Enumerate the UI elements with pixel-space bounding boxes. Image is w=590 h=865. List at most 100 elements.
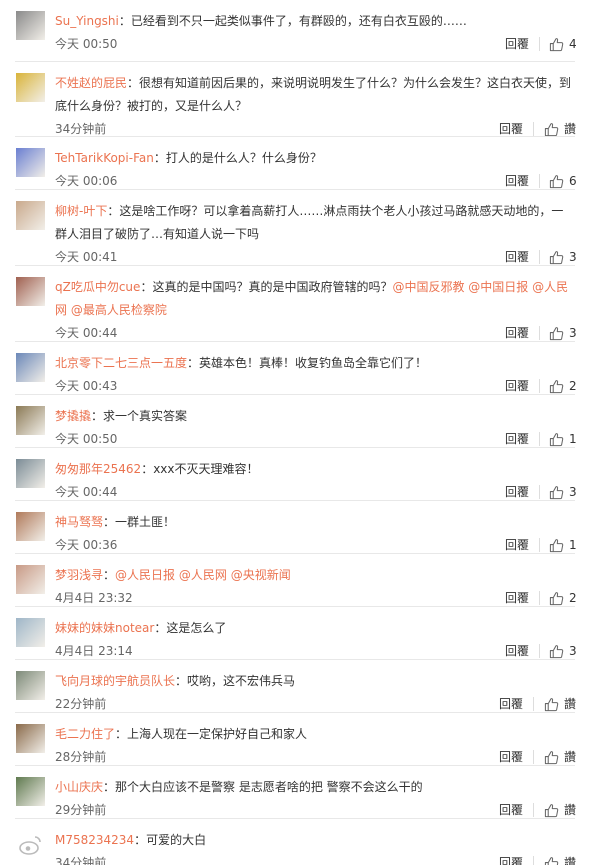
avatar[interactable] xyxy=(16,512,45,541)
username-link[interactable]: 毛二力住了 xyxy=(55,727,115,741)
avatar[interactable] xyxy=(16,565,45,594)
username-link[interactable]: 柳树-叶下 xyxy=(55,204,107,218)
like-count: 讚 xyxy=(564,697,577,711)
like-button[interactable]: 3 xyxy=(549,249,577,265)
thumbs-up-icon xyxy=(549,37,564,51)
username-link[interactable]: 神马驽驽 xyxy=(55,515,103,529)
like-count: 3 xyxy=(569,326,577,340)
avatar-image xyxy=(16,512,45,541)
like-button[interactable]: 2 xyxy=(549,590,577,606)
avatar[interactable] xyxy=(16,353,45,382)
mention-link[interactable]: @最高人民检察院 xyxy=(71,303,167,317)
reply-button[interactable]: 回覆 xyxy=(499,855,523,865)
mention-link[interactable]: @人民网 xyxy=(179,568,227,582)
comment-text: 妹妹的妹妹notear：这是怎么了 xyxy=(55,617,573,640)
comment-text: 梦羽浅寻：@人民日报 @人民网 @央视新闻 xyxy=(55,564,573,587)
action-divider xyxy=(533,697,534,711)
like-count: 讚 xyxy=(564,122,577,136)
comment-body: ：哎哟，这不宏伟兵马 xyxy=(175,674,296,688)
like-button[interactable]: 6 xyxy=(549,173,577,189)
avatar[interactable] xyxy=(16,459,45,488)
mention-link[interactable]: @人民日报 xyxy=(115,568,175,582)
username-link[interactable]: 梦撬撬 xyxy=(55,409,91,423)
reply-button[interactable]: 回覆 xyxy=(505,537,529,553)
username-link[interactable]: 小山庆庆 xyxy=(55,780,103,794)
avatar[interactable] xyxy=(16,618,45,647)
like-button[interactable]: 讚 xyxy=(544,855,576,865)
mention-link[interactable]: @中国反邪教 xyxy=(392,280,464,294)
comment-time: 34分钟前 xyxy=(55,122,107,136)
comment-body: ：求一个真实答案 xyxy=(91,409,188,423)
mention-link[interactable]: @中国日报 xyxy=(468,280,528,294)
like-count: 3 xyxy=(569,485,577,499)
comment-time: 今天 00:50 xyxy=(55,432,118,446)
like-button[interactable]: 3 xyxy=(549,643,577,659)
comment-text: 柳树-叶下：这是啥工作呀？可以拿着高薪打人……淋点雨扶个老人小孩过马路就感天动地… xyxy=(55,200,573,246)
reply-button[interactable]: 回覆 xyxy=(505,590,529,606)
comment-item: 匆匆那年25462：xxx不灭天理难容！ 今天 00:44 回覆 3 xyxy=(0,448,590,501)
comment-time: 29分钟前 xyxy=(55,803,107,817)
comment-item: 柳树-叶下：这是啥工作呀？可以拿着高薪打人……淋点雨扶个老人小孩过马路就感天动地… xyxy=(0,190,590,266)
like-button[interactable]: 4 xyxy=(549,36,577,52)
like-count: 3 xyxy=(569,250,577,264)
avatar[interactable] xyxy=(16,148,45,177)
comment-time: 今天 00:41 xyxy=(55,250,118,264)
username-link[interactable]: qZ吃瓜中勿cue xyxy=(55,280,140,294)
like-button[interactable]: 1 xyxy=(549,431,577,447)
reply-button[interactable]: 回覆 xyxy=(505,431,529,447)
reply-button[interactable]: 回覆 xyxy=(505,643,529,659)
mention-link[interactable]: @央视新闻 xyxy=(231,568,291,582)
username-link[interactable]: TehTarikKopi-Fan xyxy=(55,151,154,165)
avatar[interactable] xyxy=(16,11,45,40)
avatar[interactable] xyxy=(16,830,45,859)
reply-button[interactable]: 回覆 xyxy=(499,802,523,818)
reply-button[interactable]: 回覆 xyxy=(499,749,523,765)
reply-button[interactable]: 回覆 xyxy=(499,121,523,137)
comment-item: 不姓赵的屁民：很想有知道前因后果的，来说明说明发生了什么？为什么会发生？这白衣天… xyxy=(0,62,590,137)
avatar[interactable] xyxy=(16,777,45,806)
username-link[interactable]: 妹妹的妹妹notear xyxy=(55,621,154,635)
username-link[interactable]: M758234234 xyxy=(55,833,134,847)
action-divider xyxy=(539,485,540,499)
like-count: 2 xyxy=(569,591,577,605)
reply-button[interactable]: 回覆 xyxy=(505,325,529,341)
avatar[interactable] xyxy=(16,406,45,435)
thumbs-up-icon xyxy=(549,538,564,552)
like-button[interactable]: 3 xyxy=(549,325,577,341)
comment-item: Su_Yingshi：已经看到不只一起类似事件了，有群殴的，还有白衣互殴的…… 今… xyxy=(0,0,590,62)
like-button[interactable]: 3 xyxy=(549,484,577,500)
reply-button[interactable]: 回覆 xyxy=(505,173,529,189)
avatar[interactable] xyxy=(16,724,45,753)
avatar[interactable] xyxy=(16,671,45,700)
username-link[interactable]: 梦羽浅寻 xyxy=(55,568,103,582)
thumbs-up-icon xyxy=(549,174,564,188)
reply-button[interactable]: 回覆 xyxy=(505,378,529,394)
action-divider xyxy=(539,37,540,51)
like-button[interactable]: 讚 xyxy=(544,802,576,818)
like-button[interactable]: 讚 xyxy=(544,121,576,137)
like-count: 讚 xyxy=(564,803,577,817)
reply-button[interactable]: 回覆 xyxy=(505,36,529,52)
avatar[interactable] xyxy=(16,277,45,306)
like-button[interactable]: 讚 xyxy=(544,696,576,712)
thumbs-up-icon xyxy=(544,856,559,865)
comment-text: 梦撬撬：求一个真实答案 xyxy=(55,405,573,428)
reply-button[interactable]: 回覆 xyxy=(505,249,529,265)
username-link[interactable]: 匆匆那年25462 xyxy=(55,462,141,476)
username-link[interactable]: 不姓赵的屁民 xyxy=(55,76,127,90)
reply-button[interactable]: 回覆 xyxy=(505,484,529,500)
like-button[interactable]: 2 xyxy=(549,378,577,394)
comment-text: 小山庆庆：那个大白应该不是警察 是志愿者啥的把 警察不会这么干的 xyxy=(55,776,573,799)
like-button[interactable]: 1 xyxy=(549,537,577,553)
comment-body: ：很想有知道前因后果的，来说明说明发生了什么？为什么会发生？这白衣天使，到底什么… xyxy=(55,76,572,113)
avatar[interactable] xyxy=(16,73,45,102)
comment-item: 梦撬撬：求一个真实答案今天 00:50 回覆 1 xyxy=(0,395,590,448)
username-link[interactable]: 飞向月球的宇航员队长 xyxy=(55,674,175,688)
username-link[interactable]: Su_Yingshi xyxy=(55,14,119,28)
username-link[interactable]: 北京零下二七三点一五度 xyxy=(55,356,187,370)
comment-text: TehTarikKopi-Fan：打人的是什么人？什么身份？ xyxy=(55,147,573,170)
avatar[interactable] xyxy=(16,201,45,230)
thumbs-up-icon xyxy=(549,379,564,393)
reply-button[interactable]: 回覆 xyxy=(499,696,523,712)
like-button[interactable]: 讚 xyxy=(544,749,576,765)
